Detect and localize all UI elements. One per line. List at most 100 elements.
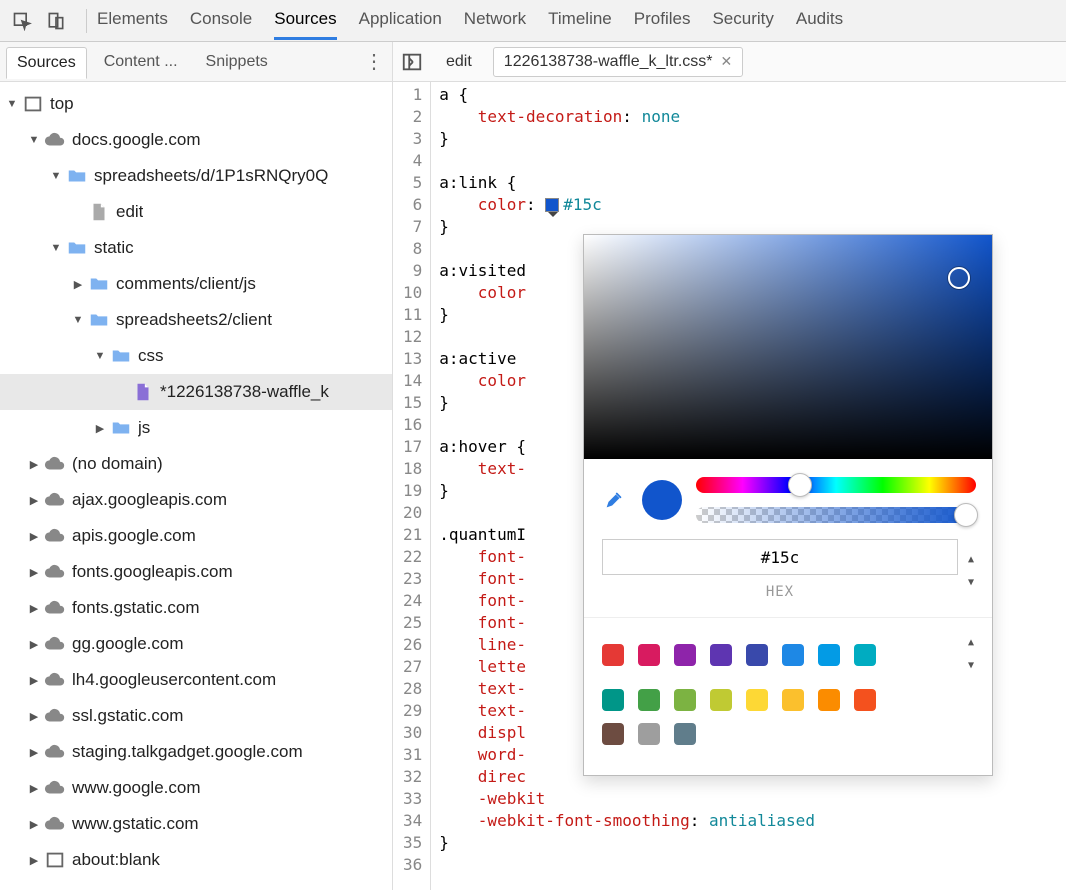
- eyedropper-icon[interactable]: [600, 486, 628, 514]
- color-swatch[interactable]: [602, 689, 624, 711]
- color-swatch[interactable]: [674, 644, 696, 666]
- gradient-cursor[interactable]: [948, 267, 970, 289]
- expand-icon[interactable]: ▶: [70, 278, 86, 291]
- alpha-thumb[interactable]: [954, 503, 978, 527]
- navigator-tab-1[interactable]: Content ...: [93, 46, 189, 78]
- color-mode-toggle[interactable]: ▲▼: [968, 549, 974, 594]
- panel-tab-sources[interactable]: Sources: [274, 1, 336, 40]
- tree-item[interactable]: edit: [0, 194, 392, 230]
- tree-item[interactable]: ▶gg.google.com: [0, 626, 392, 662]
- expand-icon[interactable]: ▶: [26, 746, 42, 759]
- tree-item[interactable]: ▶ fonts.gstatic.com: [0, 590, 392, 626]
- collapse-icon[interactable]: ▼: [92, 350, 108, 362]
- hue-slider[interactable]: [696, 477, 976, 493]
- color-swatch[interactable]: [602, 644, 624, 666]
- color-swatch[interactable]: [782, 689, 804, 711]
- file-tab[interactable]: 1226138738-waffle_k_ltr.css*✕: [493, 47, 743, 77]
- color-swatch[interactable]: [818, 689, 840, 711]
- tree-label: www.google.com: [72, 778, 201, 798]
- tree-label: lh4.googleusercontent.com: [72, 670, 276, 690]
- tree-item[interactable]: ▶apis.google.com: [0, 518, 392, 554]
- tree-item[interactable]: ▼spreadsheets2/client: [0, 302, 392, 338]
- panel-tab-network[interactable]: Network: [464, 1, 526, 40]
- expand-icon[interactable]: ▶: [26, 854, 42, 867]
- expand-icon[interactable]: ▶: [26, 710, 42, 723]
- color-swatch[interactable]: [674, 689, 696, 711]
- panel-tab-elements[interactable]: Elements: [97, 1, 168, 40]
- panel-tab-security[interactable]: Security: [712, 1, 773, 40]
- expand-icon[interactable]: ▶: [26, 458, 42, 471]
- color-swatch[interactable]: [782, 644, 804, 666]
- color-swatch[interactable]: [710, 644, 732, 666]
- expand-icon[interactable]: ▶: [26, 674, 42, 687]
- color-picker[interactable]: HEX ▲▼ ▲▼: [583, 234, 993, 776]
- collapse-icon[interactable]: ▼: [4, 98, 20, 110]
- tree-label: fonts.gstatic.com: [72, 598, 200, 618]
- color-swatch[interactable]: [674, 723, 696, 745]
- color-swatch[interactable]: [746, 689, 768, 711]
- color-swatch[interactable]: [602, 723, 624, 745]
- tree-item[interactable]: ▶www.gstatic.com: [0, 806, 392, 842]
- code-editor[interactable]: 1234567891011121314151617181920212223242…: [393, 82, 1066, 890]
- panel-tab-console[interactable]: Console: [190, 1, 252, 40]
- devtools-toolbar: Elements Console Sources Application Network…: [0, 0, 1066, 42]
- color-swatch[interactable]: [638, 689, 660, 711]
- expand-icon[interactable]: ▶: [26, 566, 42, 579]
- tree-item[interactable]: ▶ssl.gstatic.com: [0, 698, 392, 734]
- panel-tab-audits[interactable]: Audits: [796, 1, 843, 40]
- tree-label: ajax.googleapis.com: [72, 490, 227, 510]
- expand-icon[interactable]: ▶: [26, 530, 42, 543]
- tree-item[interactable]: *1226138738-waffle_k: [0, 374, 392, 410]
- collapse-icon[interactable]: ▼: [70, 314, 86, 326]
- color-swatch[interactable]: [638, 723, 660, 745]
- color-swatch[interactable]: [710, 689, 732, 711]
- collapse-icon[interactable]: ▼: [26, 134, 42, 146]
- tree-item[interactable]: ▶js: [0, 410, 392, 446]
- tree-item[interactable]: ▶ lh4.googleusercontent.com: [0, 662, 392, 698]
- tree-item[interactable]: ▼docs.google.com: [0, 122, 392, 158]
- tree-item[interactable]: ▼spreadsheets/d/1P1sRNQry0Q: [0, 158, 392, 194]
- device-toggle-icon[interactable]: [42, 7, 70, 35]
- cloud-icon: [44, 129, 66, 151]
- tree-item[interactable]: ▼static: [0, 230, 392, 266]
- inspect-icon[interactable]: [8, 7, 36, 35]
- tree-item[interactable]: ▶(no domain): [0, 446, 392, 482]
- expand-icon[interactable]: ▶: [92, 422, 108, 435]
- file-tree[interactable]: ▼top▼docs.google.com▼spreadsheets/d/1P1s…: [0, 82, 392, 890]
- color-swatch[interactable]: [854, 644, 876, 666]
- tree-item[interactable]: ▶ ajax.googleapis.com: [0, 482, 392, 518]
- collapse-icon[interactable]: ▼: [48, 242, 64, 254]
- color-value-input[interactable]: [602, 539, 958, 575]
- expand-icon[interactable]: ▶: [26, 638, 42, 651]
- close-icon[interactable]: ✕: [721, 53, 733, 70]
- alpha-slider[interactable]: [696, 507, 976, 523]
- color-swatch[interactable]: [854, 689, 876, 711]
- file-tab[interactable]: edit: [435, 47, 483, 77]
- hue-thumb[interactable]: [788, 473, 812, 497]
- tree-item[interactable]: ▶ www.google.com: [0, 770, 392, 806]
- color-gradient[interactable]: [584, 235, 992, 459]
- expand-icon[interactable]: ▶: [26, 818, 42, 831]
- collapse-icon[interactable]: ▼: [48, 170, 64, 182]
- tree-item[interactable]: ▶fonts.googleapis.com: [0, 554, 392, 590]
- color-swatch[interactable]: [818, 644, 840, 666]
- panel-tab-application[interactable]: Application: [359, 1, 442, 40]
- tree-item[interactable]: ▶comments/client/js: [0, 266, 392, 302]
- navigator-tab-2[interactable]: Snippets: [195, 46, 279, 78]
- tree-item[interactable]: ▶staging.talkgadget.google.com: [0, 734, 392, 770]
- tree-item[interactable]: ▶about:blank: [0, 842, 392, 878]
- expand-icon[interactable]: ▶: [26, 494, 42, 507]
- panel-tab-profiles[interactable]: Profiles: [634, 1, 691, 40]
- inline-color-swatch[interactable]: [545, 198, 559, 212]
- color-swatch[interactable]: [638, 644, 660, 666]
- toggle-navigator-icon[interactable]: [399, 49, 425, 75]
- navigator-tab-0[interactable]: Sources: [6, 47, 87, 79]
- expand-icon[interactable]: ▶: [26, 782, 42, 795]
- tree-item[interactable]: ▼top: [0, 86, 392, 122]
- color-swatch[interactable]: [746, 644, 768, 666]
- expand-icon[interactable]: ▶: [26, 602, 42, 615]
- navigator-more-icon[interactable]: ⋮: [362, 49, 386, 74]
- tree-item[interactable]: ▼css: [0, 338, 392, 374]
- panel-tab-timeline[interactable]: Timeline: [548, 1, 612, 40]
- swatch-expand-icon[interactable]: ▲▼: [968, 632, 974, 677]
